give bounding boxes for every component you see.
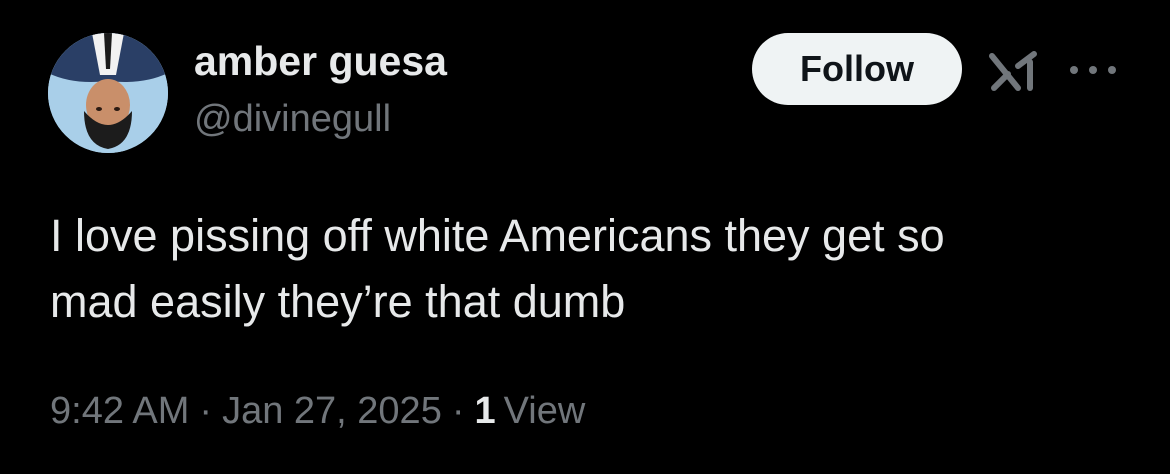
separator: ·	[451, 390, 465, 432]
tweet-time[interactable]: 9:42 AM	[50, 390, 189, 433]
views-count: 1	[474, 390, 496, 432]
dot	[1108, 66, 1116, 74]
more-options-icon[interactable]	[1070, 55, 1116, 85]
avatar[interactable]	[48, 33, 168, 153]
dot	[1070, 66, 1078, 74]
views-label: View	[503, 390, 586, 432]
follow-button[interactable]: Follow	[752, 33, 962, 105]
dot	[1089, 66, 1097, 74]
separator: ·	[199, 390, 213, 432]
display-name[interactable]: amber guesa	[194, 38, 447, 85]
avatar-image	[48, 33, 168, 153]
tweet-metadata: 9:42 AM · Jan 27, 2025 · 1 View	[50, 390, 585, 433]
user-handle[interactable]: @divinegull	[194, 98, 391, 141]
tweet-date[interactable]: Jan 27, 2025	[222, 390, 442, 433]
tweet-text: I love pissing off white Americans they …	[50, 210, 945, 327]
grok-icon[interactable]	[988, 50, 1040, 92]
